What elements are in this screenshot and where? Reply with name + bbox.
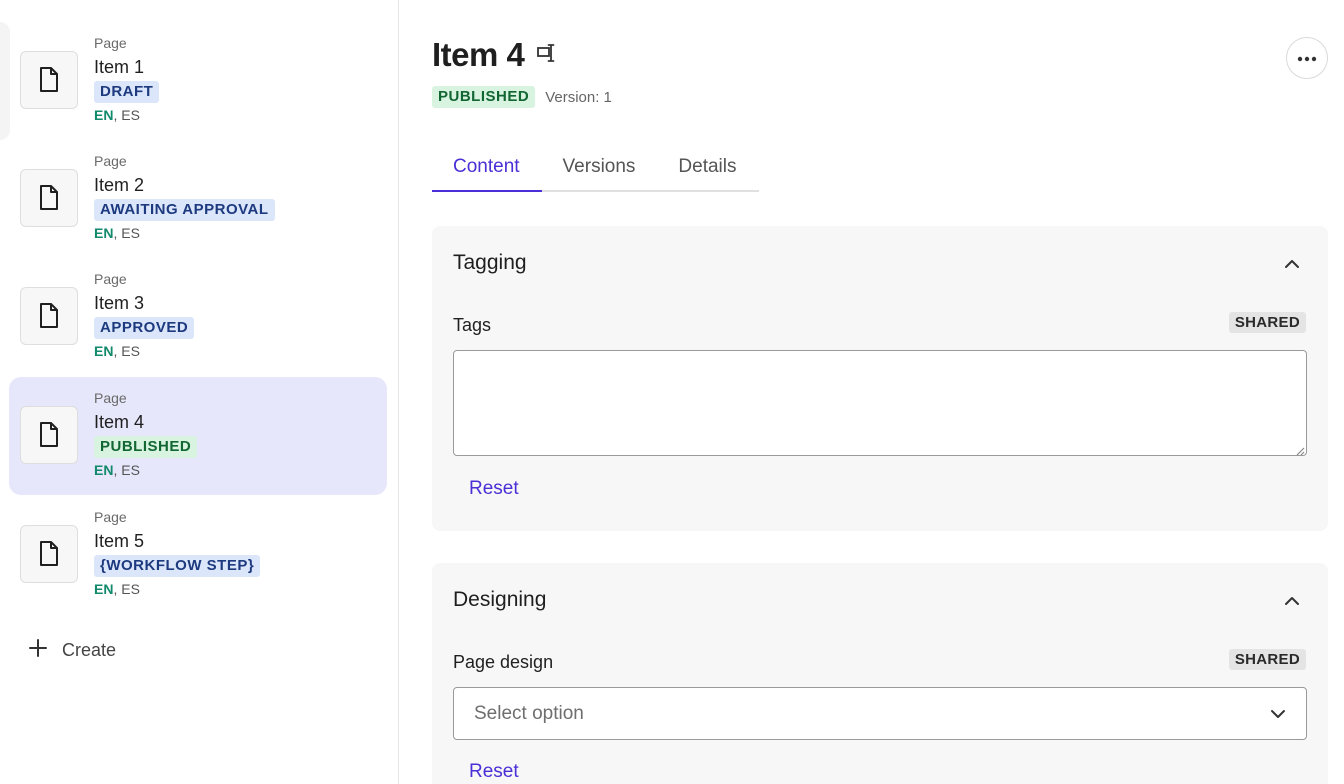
language-active: EN <box>94 343 114 359</box>
language-active: EN <box>94 107 114 123</box>
item-kind: Page <box>94 153 127 169</box>
language-list: EN, ES <box>94 224 275 242</box>
version-label: Version: 1 <box>545 88 612 106</box>
reset-button[interactable]: Reset <box>469 761 519 783</box>
status-badge: {WORKFLOW STEP} <box>94 555 261 577</box>
language-other: ES <box>121 107 140 123</box>
page-icon <box>20 169 78 227</box>
panel-title: Tagging <box>453 251 527 274</box>
create-label: Create <box>62 640 117 660</box>
item-name: Item 3 <box>94 293 145 313</box>
list-item-5[interactable]: Page Item 5 {WORKFLOW STEP} EN, ES <box>9 496 387 614</box>
language-other: ES <box>121 343 140 359</box>
language-list: EN, ES <box>94 580 260 598</box>
language-separator: , <box>113 225 118 241</box>
plus-icon <box>28 638 48 663</box>
chevron-up-icon[interactable] <box>1284 593 1300 611</box>
page-icon <box>20 406 78 464</box>
status-badge: PUBLISHED <box>432 86 536 108</box>
status-badge: DRAFT <box>94 81 160 103</box>
page-design-select[interactable]: Select option <box>453 687 1307 740</box>
item-kind: Page <box>94 271 127 287</box>
designing-panel: Designing Page design SHARED Select opti… <box>432 563 1328 784</box>
list-item-4[interactable]: Page Item 4 PUBLISHED EN, ES <box>9 377 387 495</box>
item-detail: Item 4 PUBLISHED Version: 1 Content Vers… <box>400 0 1344 784</box>
language-list: EN, ES <box>94 106 159 124</box>
chevron-down-icon <box>1270 703 1286 725</box>
tab-bar: Content Versions Details <box>432 150 759 192</box>
language-list: EN, ES <box>94 342 194 360</box>
tagging-panel: Tagging Tags SHARED Reset <box>432 226 1328 531</box>
tags-textarea[interactable] <box>453 350 1307 456</box>
item-kind: Page <box>94 509 127 525</box>
resize-handle-icon[interactable] <box>1295 443 1305 529</box>
language-other: ES <box>121 581 140 597</box>
list-item-3[interactable]: Page Item 3 APPROVED EN, ES <box>9 258 387 376</box>
chevron-up-icon[interactable] <box>1284 256 1300 274</box>
language-active: EN <box>94 225 114 241</box>
language-separator: , <box>113 107 118 123</box>
shared-badge: SHARED <box>1228 649 1306 670</box>
language-other: ES <box>121 462 140 478</box>
language-separator: , <box>113 343 118 359</box>
select-placeholder: Select option <box>474 702 584 724</box>
create-button[interactable]: Create <box>28 638 116 663</box>
language-separator: , <box>113 581 118 597</box>
status-badge: AWAITING APPROVAL <box>94 199 275 221</box>
panel-title: Designing <box>453 588 547 611</box>
status-badge: PUBLISHED <box>94 436 198 458</box>
tab-versions[interactable]: Versions <box>542 150 658 190</box>
language-list: EN, ES <box>94 461 197 479</box>
page-design-label: Page design <box>453 652 554 672</box>
tags-label: Tags <box>453 315 492 335</box>
tab-details[interactable]: Details <box>657 150 758 190</box>
shared-badge: SHARED <box>1228 312 1306 333</box>
more-options-icon <box>1297 49 1317 67</box>
list-item-1[interactable]: Page Item 1 DRAFT EN, ES <box>9 22 387 140</box>
language-active: EN <box>94 462 114 478</box>
item-kind: Page <box>94 35 127 51</box>
page-title: Item 4 <box>432 36 525 73</box>
language-separator: , <box>113 462 118 478</box>
page-icon <box>20 51 78 109</box>
item-name: Item 4 <box>94 412 145 432</box>
tab-content[interactable]: Content <box>432 150 542 192</box>
list-item-2[interactable]: Page Item 2 AWAITING APPROVAL EN, ES <box>9 140 387 258</box>
language-other: ES <box>121 225 140 241</box>
language-active: EN <box>94 581 114 597</box>
rename-icon[interactable] <box>536 42 558 69</box>
item-list-sidebar: Page Item 1 DRAFT EN, ES Page Item 2 AWA… <box>0 0 399 784</box>
item-name: Item 1 <box>94 57 145 77</box>
item-name: Item 5 <box>94 531 145 551</box>
page-icon <box>20 525 78 583</box>
item-name: Item 2 <box>94 175 145 195</box>
item-kind: Page <box>94 390 127 406</box>
page-icon <box>20 287 78 345</box>
status-badge: APPROVED <box>94 317 195 339</box>
reset-button[interactable]: Reset <box>469 478 519 500</box>
more-options-button[interactable] <box>1286 37 1328 79</box>
